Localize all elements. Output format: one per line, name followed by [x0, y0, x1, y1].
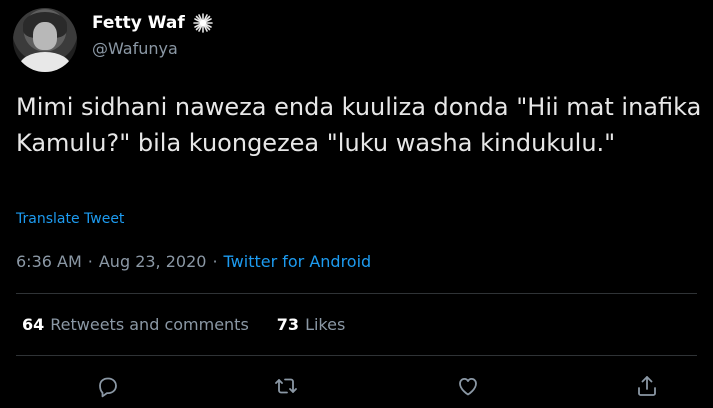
tweet-text: Mimi sidhani naweza enda kuuliza donda "…: [16, 93, 702, 157]
display-name[interactable]: Fetty Waf: [92, 13, 185, 33]
like-button[interactable]: [454, 372, 482, 400]
translate-tweet-link[interactable]: Translate Tweet: [16, 211, 124, 227]
retweets-count: 64: [22, 315, 45, 334]
sparkle-burst-icon: [192, 13, 213, 33]
retweets-label: Retweets and comments: [50, 315, 249, 334]
likes-label: Likes: [305, 315, 346, 334]
likes-count: 73: [276, 315, 300, 334]
retweet-icon: [275, 378, 297, 394]
meta-separator: ·: [87, 252, 93, 271]
author-name-row: Fetty Waf: [92, 13, 213, 33]
share-icon: [638, 376, 656, 396]
tweet-meta: 6:36 AM · Aug 23, 2020 · Twitter for And…: [16, 252, 371, 271]
divider: [16, 355, 697, 356]
avatar-face: [33, 22, 57, 50]
tweet-stats: 64 Retweets and comments 73 Likes: [22, 315, 345, 334]
avatar[interactable]: [13, 8, 77, 72]
meta-separator: ·: [212, 252, 218, 271]
retweet-button[interactable]: [272, 372, 300, 400]
share-button[interactable]: [633, 372, 661, 400]
tweet-source-link[interactable]: Twitter for Android: [224, 252, 372, 271]
user-handle[interactable]: @Wafunya: [92, 39, 178, 58]
tweet-actions: [0, 372, 713, 400]
reply-button[interactable]: [94, 372, 122, 400]
tweet-date[interactable]: Aug 23, 2020: [99, 252, 207, 271]
heart-icon: [459, 378, 477, 396]
divider: [16, 293, 697, 294]
avatar-body: [19, 52, 71, 72]
reply-icon: [99, 377, 117, 398]
likes-stat[interactable]: 73 Likes: [277, 315, 346, 334]
retweets-stat[interactable]: 64 Retweets and comments: [22, 315, 249, 334]
tweet-time[interactable]: 6:36 AM: [16, 252, 82, 271]
